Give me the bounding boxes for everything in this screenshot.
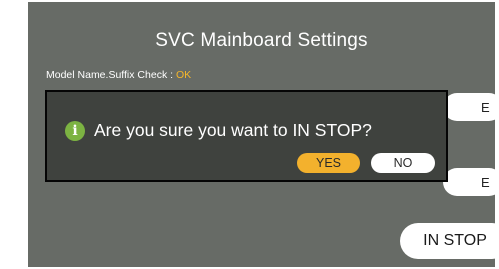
update-button-top[interactable]: E [443, 93, 499, 121]
model-check-label: Model Name.Suffix Check : [46, 69, 176, 81]
info-icon: i [65, 121, 85, 141]
in-stop-button[interactable]: IN STOP [400, 223, 499, 259]
no-button[interactable]: NO [371, 153, 435, 173]
update-button-top-label: E [481, 99, 490, 115]
model-check-status: OK [175, 69, 192, 81]
dialog-message: Are you sure you want to IN STOP? [94, 120, 372, 140]
yes-button[interactable]: YES [297, 153, 360, 173]
update-button-middle-label: E [481, 174, 490, 190]
confirm-dialog: i Are you sure you want to IN STOP? YES … [45, 90, 448, 182]
page-title: SVC Mainboard Settings [155, 30, 368, 51]
model-check-line: Model Name.Suffix Check : OK [46, 69, 191, 81]
update-button-middle[interactable]: E [443, 168, 499, 196]
